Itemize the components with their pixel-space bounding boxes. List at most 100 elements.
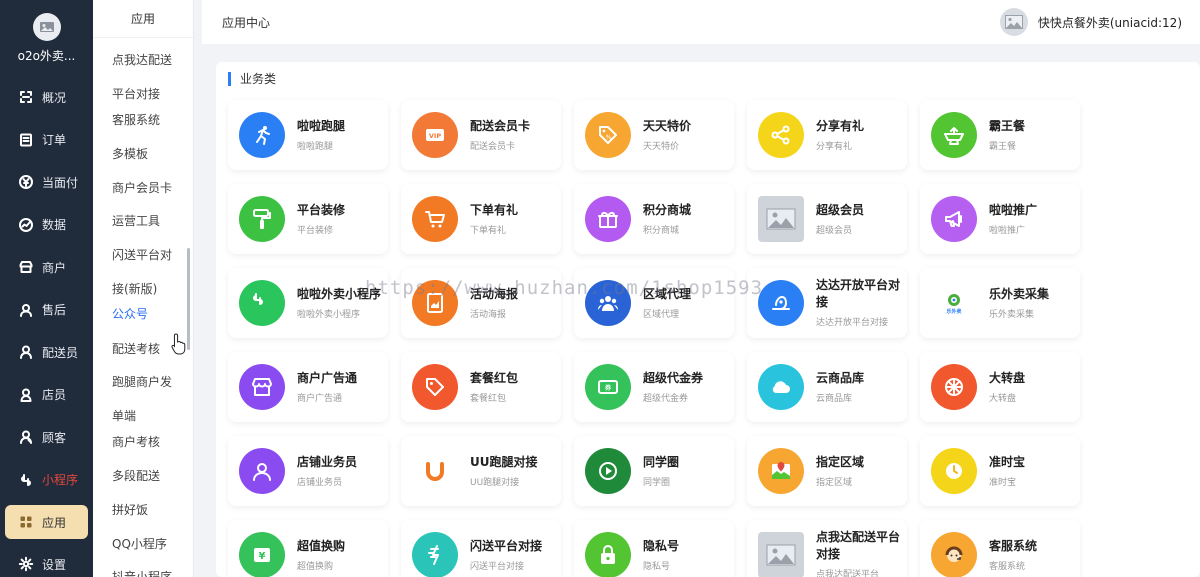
app-icon <box>20 516 32 528</box>
app-card[interactable]: 指定区域 指定区域 <box>747 436 907 506</box>
app-card[interactable]: 点我达配送平台对接 点我达配送平台 <box>747 520 907 577</box>
app-card[interactable]: 超级会员 超级会员 <box>747 184 907 254</box>
submenu-item[interactable]: 运营工具 <box>112 213 160 230</box>
submenu-item[interactable]: 单端 <box>112 408 136 425</box>
nav-item-miniprogram[interactable]: 小程序 <box>0 459 93 502</box>
app-card[interactable]: 下单有礼 下单有礼 <box>401 184 561 254</box>
account-menu[interactable]: 快快点餐外卖(uniacid:12) <box>999 8 1182 36</box>
app-card[interactable]: 商户广告通 商户广告通 <box>228 352 388 422</box>
app-card[interactable]: VIP 配送会员卡 配送会员卡 <box>401 100 561 170</box>
app-card[interactable]: % 天天特价 天天特价 <box>574 100 734 170</box>
nav-item-order[interactable]: 订单 <box>0 119 93 162</box>
app-card[interactable]: 隐私号 隐私号 <box>574 520 734 577</box>
app-icon-badge <box>239 112 285 158</box>
app-card[interactable]: 大转盘 大转盘 <box>920 352 1080 422</box>
app-card[interactable]: 闪送平台对接 闪送平台对接 <box>401 520 561 577</box>
app-card[interactable]: 达达开放平台对接 达达开放平台对接 <box>747 268 907 338</box>
app-icon-badge <box>758 196 804 242</box>
app-icon-badge <box>758 112 804 158</box>
app-card-name: 点我达配送平台对接 <box>816 530 901 561</box>
app-card[interactable]: 平台装修 平台装修 <box>228 184 388 254</box>
app-card-text: 啦啦推广 啦啦推广 <box>989 202 1037 237</box>
app-card[interactable]: 区域代理 区域代理 <box>574 268 734 338</box>
nav-item-after-sale[interactable]: 售后 <box>0 289 93 332</box>
app-card[interactable]: 准时宝 准时宝 <box>920 436 1080 506</box>
nav-item-clerk[interactable]: 店员 <box>0 374 93 417</box>
app-card[interactable]: 客服系统 客服系统 <box>920 520 1080 577</box>
submenu-item[interactable]: 跑腿商户发 <box>112 374 172 391</box>
app-card-desc: 区域代理 <box>643 309 680 320</box>
submenu-item[interactable]: 点我达配送 <box>112 52 172 69</box>
nav-item-chart[interactable]: 数据 <box>0 204 93 247</box>
nav-item-customer[interactable]: 顾客 <box>0 416 93 459</box>
submenu-item[interactable]: 接(新版) <box>112 281 157 298</box>
app-card[interactable]: 店铺业务员 店铺业务员 <box>228 436 388 506</box>
cart-icon <box>425 211 445 228</box>
app-card-name: 同学圈 <box>643 454 680 469</box>
app-card-name: 隐私号 <box>643 538 680 553</box>
brand-logo-icon[interactable] <box>32 12 61 41</box>
submenu-item[interactable]: 平台对接 <box>112 86 160 103</box>
runner-icon <box>256 126 270 145</box>
app-card[interactable]: 分享有礼 分享有礼 <box>747 100 907 170</box>
wheel-icon <box>945 378 963 396</box>
app-card-name: 啦啦跑腿 <box>297 118 346 133</box>
app-card-name: 达达开放平台对接 <box>816 278 901 309</box>
submenu-item[interactable]: 商户会员卡 <box>112 180 172 197</box>
customer-icon <box>20 430 32 445</box>
app-card[interactable]: 套餐红包 套餐红包 <box>401 352 561 422</box>
app-card[interactable]: 啦啦跑腿 啦啦跑腿 <box>228 100 388 170</box>
svg-text:%: % <box>606 134 612 141</box>
app-card-text: 啦啦跑腿 啦啦跑腿 <box>297 118 345 153</box>
avatar[interactable] <box>999 8 1028 36</box>
app-icon-badge <box>931 112 977 158</box>
map-pin-icon <box>772 462 790 479</box>
nav-item-label: 数据 <box>42 218 67 233</box>
app-card[interactable]: 啦啦推广 啦啦推广 <box>920 184 1080 254</box>
submenu-item[interactable]: 公众号 <box>112 306 148 323</box>
app-card[interactable]: 券超级代金券 超级代金券 <box>574 352 734 422</box>
submenu-scrollbar[interactable] <box>187 248 190 350</box>
app-card[interactable]: 云商品库 云商品库 <box>747 352 907 422</box>
submenu-item[interactable]: 多段配送 <box>112 468 160 485</box>
app-card[interactable]: 积分商城 积分商城 <box>574 184 734 254</box>
submenu-item[interactable]: 多模板 <box>112 146 148 163</box>
submenu-item[interactable]: 拼好饭 <box>112 502 148 519</box>
app-icon-badge: 乐外卖 <box>931 280 977 326</box>
svg-text:券: 券 <box>604 384 612 392</box>
app-card[interactable]: 乐外卖 乐外卖采集 乐外卖采集 <box>920 268 1080 338</box>
agent-group-icon <box>598 296 618 311</box>
nav-item-overview[interactable]: 概况 <box>0 76 93 119</box>
app-card-text: 准时宝 准时宝 <box>989 454 1025 489</box>
app-icon-badge <box>758 364 804 410</box>
order-icon <box>20 133 32 147</box>
app-icon-badge <box>585 532 631 577</box>
app-card[interactable]: 活动海报 活动海报 <box>401 268 561 338</box>
nav-item-shop[interactable]: 商户 <box>0 246 93 289</box>
app-card-name: 啦啦推广 <box>989 202 1038 217</box>
nav-item-gear[interactable]: 设置 <box>0 543 93 577</box>
app-card[interactable]: 霸王餐 霸王餐 <box>920 100 1080 170</box>
app-card-name: 大转盘 <box>989 370 1026 385</box>
app-card-text: 霸王餐 霸王餐 <box>989 118 1025 153</box>
nav-item-yen[interactable]: 当面付 <box>0 161 93 204</box>
submenu-item[interactable]: QQ小程序 <box>112 536 167 553</box>
cloud-icon <box>772 381 790 393</box>
submenu-item[interactable]: 商户考核 <box>112 434 160 451</box>
nav-item-courier[interactable]: 配送员 <box>0 331 93 374</box>
submenu-item[interactable]: 客服系统 <box>112 112 160 129</box>
app-card[interactable]: ¥ 超值换购 超值换购 <box>228 520 388 577</box>
app-card-text: 点我达配送平台对接 点我达配送平台 <box>816 529 907 577</box>
clock-icon <box>946 463 962 479</box>
submenu-item[interactable]: 抖音小程序 <box>112 569 172 577</box>
app-icon-badge <box>412 280 458 326</box>
nav-item-label: 设置 <box>42 557 67 572</box>
app-card[interactable]: 啦啦外卖小程序 啦啦外卖小程序 <box>228 268 388 338</box>
app-card[interactable]: 同学圈 同学圈 <box>574 436 734 506</box>
app-card-text: 积分商城 积分商城 <box>643 202 691 237</box>
submenu-item[interactable]: 配送考核 <box>112 341 160 358</box>
app-card[interactable]: UU跑腿对接 UU跑腿对接 <box>401 436 561 506</box>
mouse-pointer-icon <box>171 333 186 355</box>
submenu-item[interactable]: 闪送平台对 <box>112 247 172 264</box>
nav-item-app[interactable]: 应用 <box>5 505 88 539</box>
